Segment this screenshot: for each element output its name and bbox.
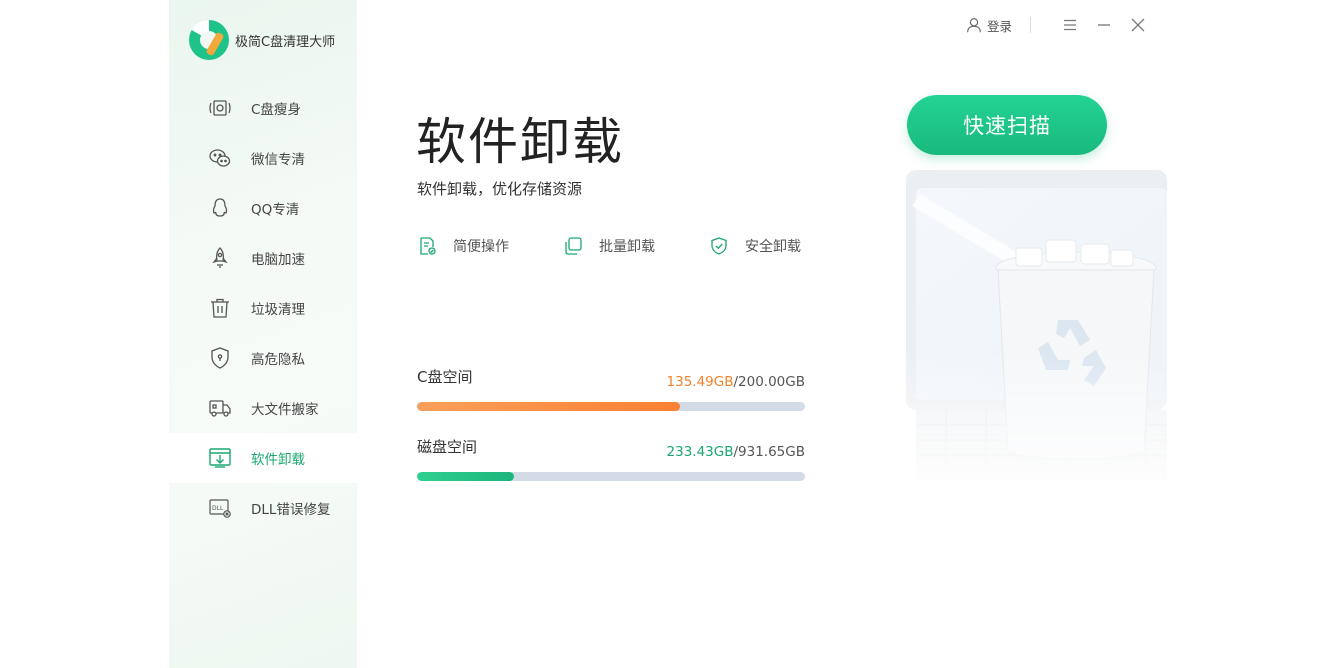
menu-button[interactable]	[1059, 14, 1081, 36]
storage-used: 135.49GB	[667, 374, 734, 390]
sidebar-item-label: 高危隐私	[251, 348, 305, 368]
logo-icon	[189, 20, 229, 60]
uninstall-icon	[207, 445, 233, 471]
batch-icon	[563, 236, 583, 256]
sidebar: 极简C盘清理大师 C盘瘦身 微信专清 QQ专清	[169, 0, 357, 668]
feature-list: 简便操作 批量卸载 安全卸载	[417, 236, 855, 256]
menu-icon	[1063, 18, 1077, 32]
sidebar-item-junk[interactable]: 垃圾清理	[169, 283, 357, 333]
storage-progress-fill	[417, 472, 514, 481]
sidebar-nav: C盘瘦身 微信专清 QQ专清 电脑加速	[169, 83, 357, 533]
login-button[interactable]: 登录	[965, 16, 1012, 35]
sidebar-item-uninstall[interactable]: 软件卸载	[169, 433, 357, 483]
user-icon	[965, 16, 983, 34]
sidebar-item-privacy[interactable]: 高危隐私	[169, 333, 357, 383]
quick-scan-button[interactable]: 快速扫描	[907, 95, 1107, 155]
storage-total: /931.65GB	[733, 444, 805, 460]
truck-icon	[207, 395, 233, 421]
storage-progress-bar	[417, 472, 805, 481]
app-window: 极简C盘清理大师 C盘瘦身 微信专清 QQ专清	[169, 0, 1167, 668]
sidebar-item-label: 垃圾清理	[251, 298, 305, 318]
feature-easy: 简便操作	[417, 236, 563, 256]
close-button[interactable]	[1127, 14, 1149, 36]
minimize-icon	[1097, 18, 1111, 32]
feature-label: 安全卸载	[745, 236, 801, 256]
sidebar-item-label: 软件卸载	[251, 448, 305, 468]
feature-batch: 批量卸载	[563, 236, 709, 256]
rocket-icon	[207, 245, 233, 271]
sidebar-item-label: DLL错误修复	[251, 498, 330, 518]
c-drive-storage: C盘空间 135.49GB/200.00GB	[417, 366, 805, 387]
storage-value: 233.43GB/931.65GB	[667, 444, 805, 460]
sidebar-item-c-slim[interactable]: C盘瘦身	[169, 83, 357, 133]
page-subtitle: 软件卸载，优化存储资源	[417, 178, 582, 199]
recycle-bin-illustration	[906, 170, 1167, 500]
sidebar-item-label: QQ专清	[251, 198, 299, 218]
sidebar-item-wechat[interactable]: 微信专清	[169, 133, 357, 183]
easy-operation-icon	[417, 236, 437, 256]
sidebar-item-label: 电脑加速	[251, 248, 305, 268]
feature-label: 批量卸载	[599, 236, 655, 256]
login-label: 登录	[987, 16, 1012, 35]
divider	[1030, 17, 1031, 33]
feature-safe: 安全卸载	[709, 236, 855, 256]
sidebar-item-bigfile[interactable]: 大文件搬家	[169, 383, 357, 433]
safe-shield-icon	[709, 236, 729, 256]
sidebar-item-label: 大文件搬家	[251, 398, 319, 418]
sidebar-item-dll[interactable]: DLL DLL错误修复	[169, 483, 357, 533]
sidebar-item-speedup[interactable]: 电脑加速	[169, 233, 357, 283]
sidebar-item-label: C盘瘦身	[251, 98, 301, 118]
wechat-icon	[207, 145, 233, 171]
sidebar-item-qq[interactable]: QQ专清	[169, 183, 357, 233]
trash-icon	[207, 295, 233, 321]
minimize-button[interactable]	[1093, 14, 1115, 36]
close-icon	[1131, 18, 1145, 32]
sidebar-item-label: 微信专清	[251, 148, 305, 168]
feature-label: 简便操作	[453, 236, 509, 256]
storage-progress-bar	[417, 402, 805, 411]
app-name: 极简C盘清理大师	[235, 31, 335, 50]
storage-progress-fill	[417, 402, 680, 411]
storage-total: /200.00GB	[733, 374, 805, 390]
dll-icon: DLL	[207, 495, 233, 521]
storage-value: 135.49GB/200.00GB	[667, 374, 805, 390]
qq-icon	[207, 195, 233, 221]
disk-slim-icon	[207, 95, 233, 121]
page-title: 软件卸载	[416, 102, 624, 174]
title-bar-controls: 登录	[965, 14, 1149, 36]
shield-lock-icon	[207, 345, 233, 371]
disk-storage: 磁盘空间 233.43GB/931.65GB	[417, 436, 805, 457]
app-logo: 极简C盘清理大师	[189, 20, 335, 60]
svg-text:DLL: DLL	[212, 505, 224, 512]
storage-used: 233.43GB	[667, 444, 734, 460]
